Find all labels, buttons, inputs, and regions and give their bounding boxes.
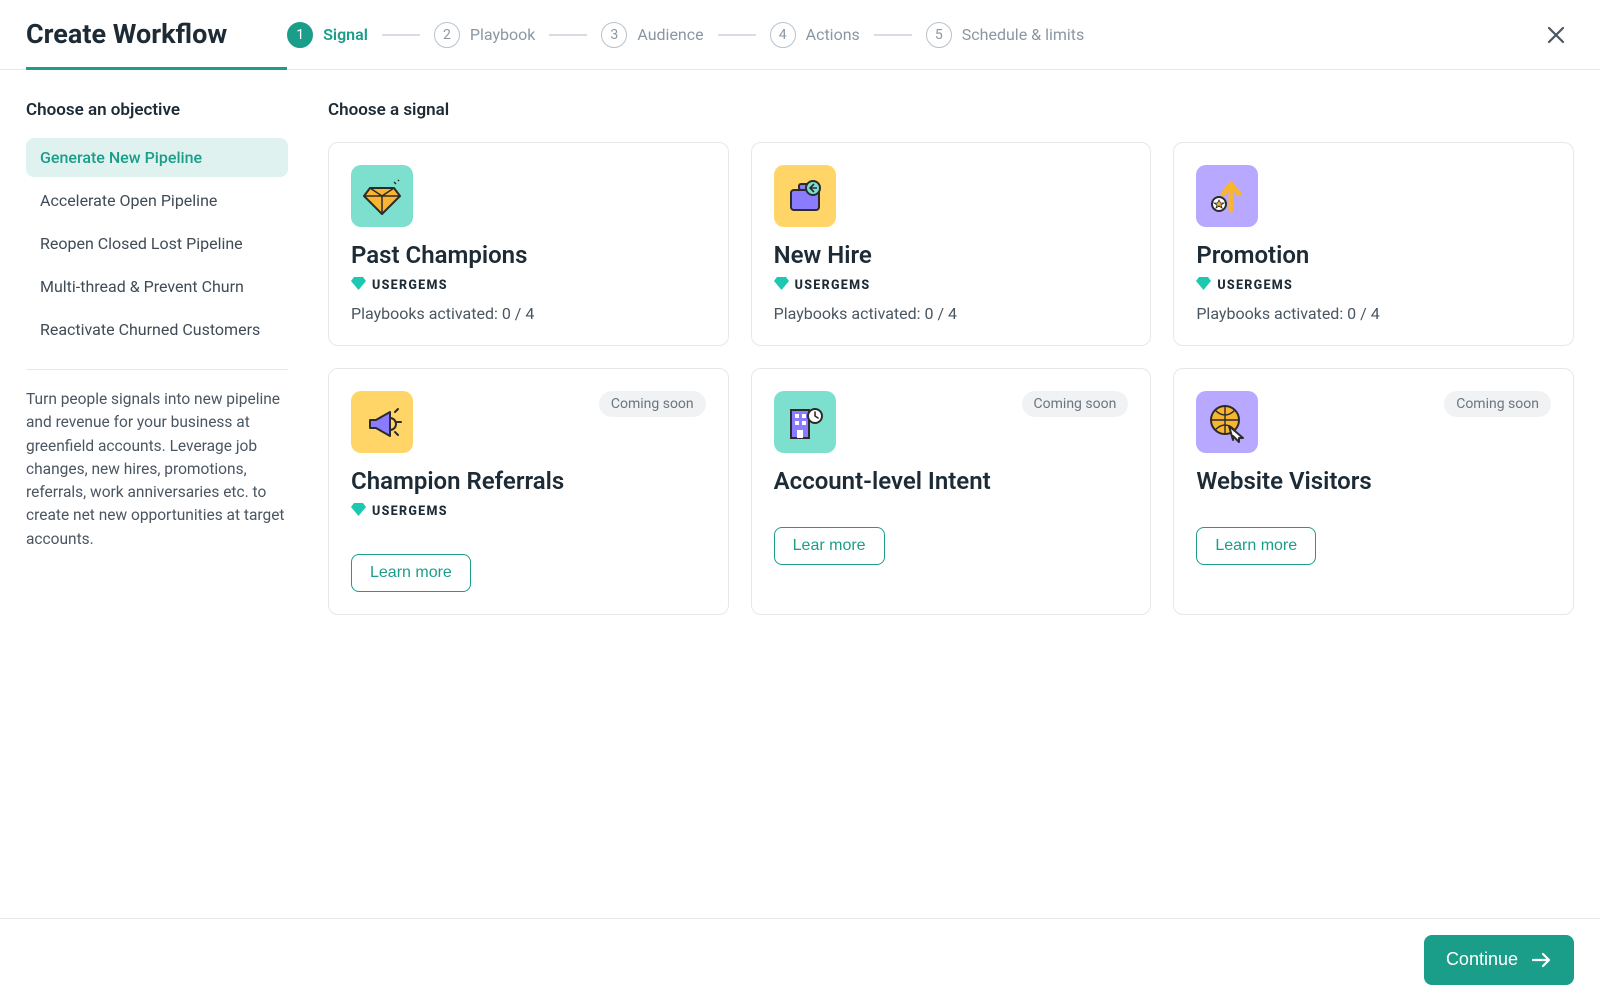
signal-card-past-champions[interactable]: Past Champions USERGEMS Playbooks activate… [328,142,729,346]
step-label: Audience [637,25,703,44]
signal-card-title: Promotion [1196,241,1551,269]
gem-icon [774,277,789,294]
gem-icon [351,277,366,294]
divider [26,369,288,370]
step-audience[interactable]: 3 Audience [601,22,703,48]
continue-label: Continue [1446,949,1518,970]
main-panel: Choose a signal Past Champions USERGEMS Pl… [328,100,1574,615]
step-separator [874,34,912,36]
sidebar-heading: Choose an objective [26,100,288,120]
arrow-right-icon [1530,949,1552,971]
step-separator [718,34,756,36]
diamond-icon [351,165,413,227]
usergems-badge: USERGEMS [1196,277,1551,294]
megaphone-icon [351,391,413,453]
objective-item[interactable]: Accelerate Open Pipeline [26,181,288,220]
learn-more-button[interactable]: Learn more [351,554,471,592]
signal-card-title: Website Visitors [1196,467,1551,495]
step-actions[interactable]: 4 Actions [770,22,860,48]
playbooks-activated: Playbooks activated: 0 / 4 [351,304,706,323]
usergems-badge: USERGEMS [351,277,706,294]
coming-soon-badge: Coming soon [1444,391,1551,417]
signal-card-champion-referrals[interactable]: Coming soon Champion Referrals USERGEMS Lea… [328,368,729,615]
signal-card-title: Account-level Intent [774,467,1129,495]
usergems-badge: USERGEMS [351,503,706,520]
step-number: 2 [434,22,460,48]
objective-description: Turn people signals into new pipeline an… [26,388,288,551]
step-playbook[interactable]: 2 Playbook [434,22,535,48]
coming-soon-badge: Coming soon [599,391,706,417]
usergems-text: USERGEMS [372,278,448,293]
main-heading: Choose a signal [328,100,1574,120]
usergems-text: USERGEMS [1217,278,1293,293]
signal-cards: Past Champions USERGEMS Playbooks activate… [328,142,1574,615]
signal-card-title: Champion Referrals [351,467,706,495]
objective-item[interactable]: Generate New Pipeline [26,138,288,177]
step-number: 1 [287,22,313,48]
gem-icon [351,503,366,520]
title-wrap: Create Workflow [26,1,287,70]
step-separator [549,34,587,36]
signal-card-new-hire[interactable]: New Hire USERGEMS Playbooks activated: 0 /… [751,142,1152,346]
objective-item[interactable]: Multi-thread & Prevent Churn [26,267,288,306]
step-schedule-limits[interactable]: 5 Schedule & limits [926,22,1084,48]
close-button[interactable] [1538,17,1574,53]
signal-card-account-level-intent[interactable]: Coming soon Account-level Intent Lear more [751,368,1152,615]
body: Choose an objective Generate New Pipelin… [0,70,1600,615]
coming-soon-badge: Coming soon [1022,391,1129,417]
signal-card-promotion[interactable]: Promotion USERGEMS Playbooks activated: 0 … [1173,142,1574,346]
globe-icon [1196,391,1258,453]
step-label: Schedule & limits [962,25,1084,44]
playbooks-activated: Playbooks activated: 0 / 4 [774,304,1129,323]
learn-more-button[interactable]: Learn more [1196,527,1316,565]
building-icon [774,391,836,453]
learn-more-button[interactable]: Lear more [774,527,885,565]
step-label: Actions [806,25,860,44]
step-number: 5 [926,22,952,48]
objective-item[interactable]: Reactivate Churned Customers [26,310,288,349]
usergems-text: USERGEMS [372,504,448,519]
step-number: 4 [770,22,796,48]
header-bar: Create Workflow 1 Signal 2 Playbook 3 Audienc… [0,0,1600,70]
page-title: Create Workflow [26,18,227,50]
usergems-text: USERGEMS [795,278,871,293]
objective-item[interactable]: Reopen Closed Lost Pipeline [26,224,288,263]
objective-list: Generate New Pipeline Accelerate Open Pip… [26,138,288,349]
step-number: 3 [601,22,627,48]
step-separator [382,34,420,36]
continue-button[interactable]: Continue [1424,935,1574,985]
stepper: 1 Signal 2 Playbook 3 Audience 4 Actions 5 Schedu… [287,22,1538,48]
step-signal[interactable]: 1 Signal [287,22,368,48]
sidebar: Choose an objective Generate New Pipelin… [26,100,288,615]
signal-card-website-visitors[interactable]: Coming soon Website Visitors Learn more [1173,368,1574,615]
playbooks-activated: Playbooks activated: 0 / 4 [1196,304,1551,323]
signal-card-title: New Hire [774,241,1129,269]
step-label: Signal [323,25,368,44]
footer-bar: Continue [0,918,1600,1000]
signal-card-title: Past Champions [351,241,706,269]
close-icon [1546,25,1566,45]
briefcase-icon [774,165,836,227]
arrowup-icon [1196,165,1258,227]
step-label: Playbook [470,25,535,44]
usergems-badge: USERGEMS [774,277,1129,294]
gem-icon [1196,277,1211,294]
